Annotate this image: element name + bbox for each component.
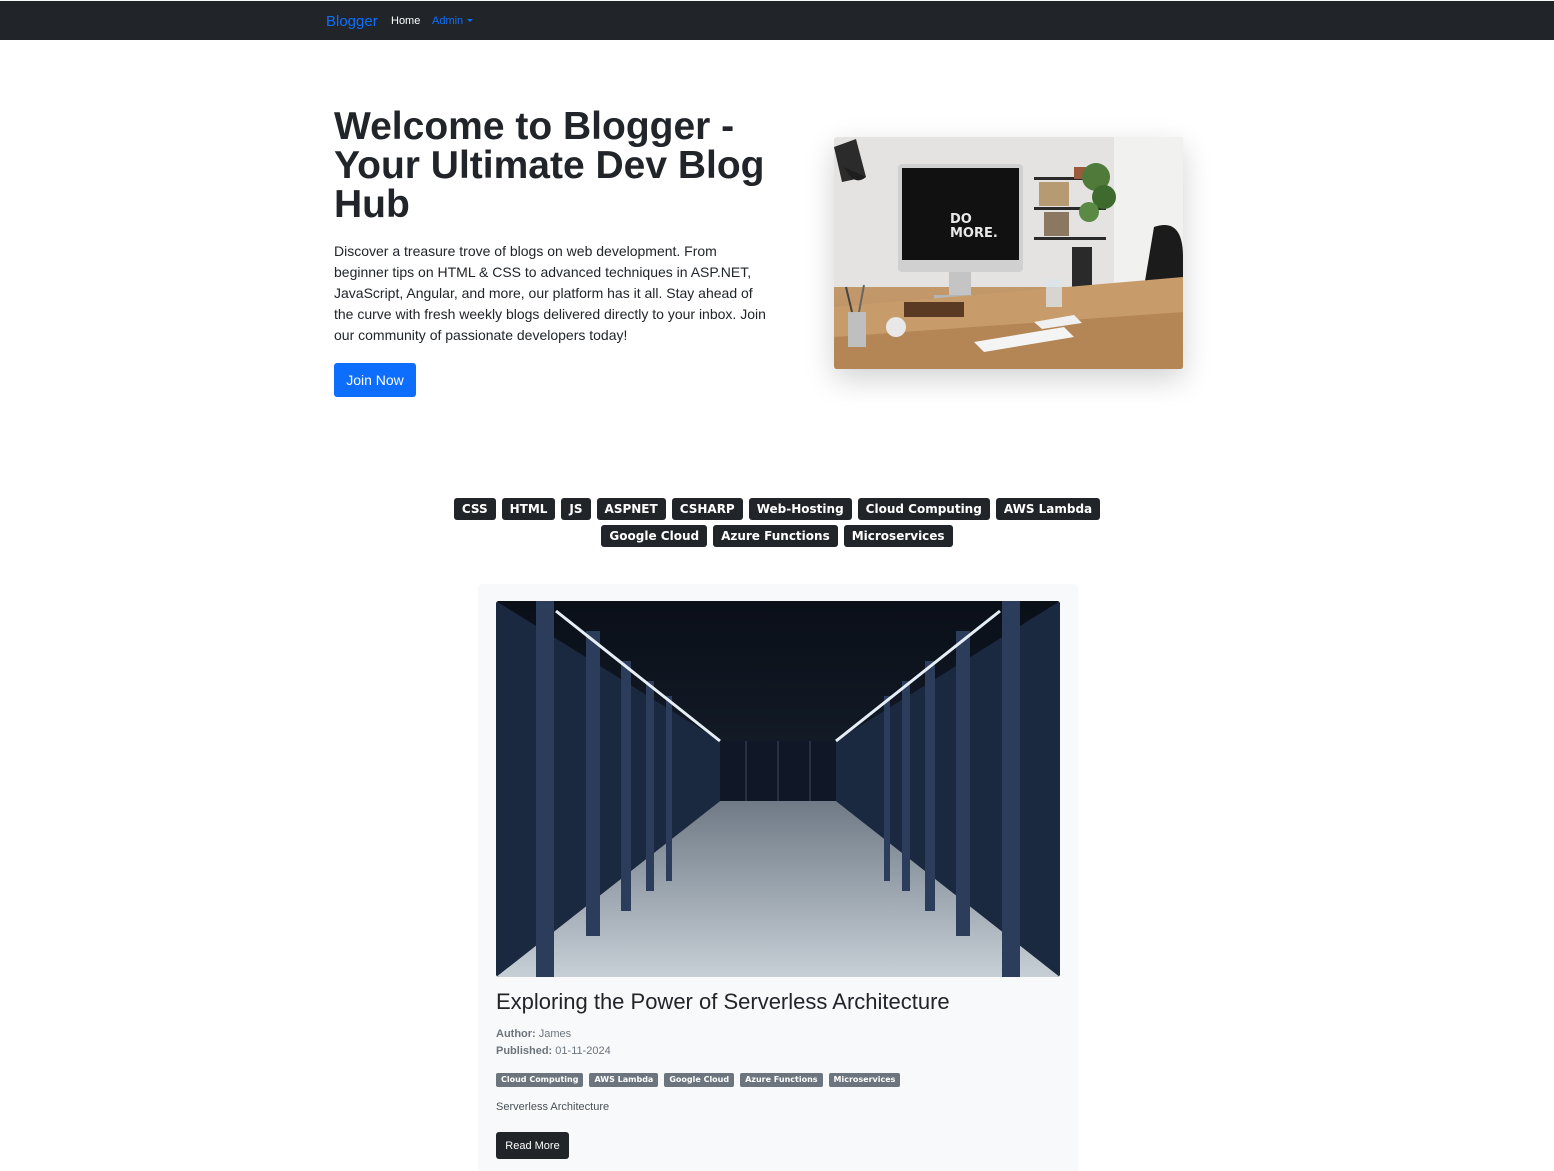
post-author: Author: James (496, 1028, 571, 1040)
tag-aws-lambda[interactable]: AWS Lambda (995, 498, 1101, 520)
tag-row-1: CSS HTML JS ASPNET CSHARP Web-Hosting Cl… (0, 498, 1554, 520)
tag-html[interactable]: HTML (501, 498, 556, 520)
tag-azure-functions[interactable]: Azure Functions (713, 525, 838, 547)
tag-google-cloud[interactable]: Google Cloud (601, 525, 708, 547)
post-tag[interactable]: Azure Functions (740, 1073, 823, 1087)
post-description: Serverless Architecture (496, 1101, 610, 1113)
tag-csharp[interactable]: CSHARP (671, 498, 743, 520)
post-tags: Cloud Computing AWS Lambda Google Cloud … (496, 1073, 901, 1087)
post-featured-image (496, 601, 1060, 977)
hero-image: DO MORE. (834, 137, 1183, 369)
hero-title: Welcome to Blogger - Your Ultimate Dev B… (334, 105, 765, 226)
tag-css[interactable]: CSS (453, 498, 496, 520)
post-tag[interactable]: Microservices (828, 1073, 901, 1087)
nav-admin-dropdown[interactable]: Admin (432, 15, 474, 27)
nav-home-link[interactable]: Home (391, 15, 420, 27)
tag-cloud-computing[interactable]: Cloud Computing (857, 498, 990, 520)
tag-microservices[interactable]: Microservices (843, 525, 953, 547)
author-value: James (538, 1028, 572, 1040)
hero-description: Discover a treasure trove of blogs on we… (334, 243, 766, 343)
tag-web-hosting[interactable]: Web-Hosting (748, 498, 852, 520)
brand-link[interactable]: Blogger (326, 13, 378, 30)
join-now-button[interactable]: Join Now (334, 363, 416, 397)
author-label: Author: (496, 1028, 536, 1040)
read-more-button[interactable]: Read More (496, 1132, 569, 1159)
published-value: 01-11-2024 (555, 1045, 611, 1057)
monitor-text-1: DO (950, 212, 972, 227)
published-label: Published: (496, 1045, 553, 1057)
monitor-text-2: MORE. (950, 226, 998, 241)
navbar: Blogger Home Admin (0, 0, 1554, 40)
nav-admin-label: Admin (432, 15, 464, 27)
tag-js[interactable]: JS (561, 498, 591, 520)
post-title[interactable]: Exploring the Power of Serverless Archit… (496, 989, 950, 1015)
post-published: Published: 01-11-2024 (496, 1045, 611, 1057)
tag-row-2: Google Cloud Azure Functions Microservic… (0, 525, 1554, 547)
caret-down-icon (467, 19, 474, 22)
post-tag[interactable]: Google Cloud (664, 1073, 735, 1087)
post-tag[interactable]: Cloud Computing (496, 1073, 584, 1087)
blog-post-card: Exploring the Power of Serverless Archit… (478, 584, 1078, 1171)
tag-filter: CSS HTML JS ASPNET CSHARP Web-Hosting Cl… (0, 498, 1554, 552)
post-tag[interactable]: AWS Lambda (589, 1073, 659, 1087)
tag-aspnet[interactable]: ASPNET (596, 498, 666, 520)
